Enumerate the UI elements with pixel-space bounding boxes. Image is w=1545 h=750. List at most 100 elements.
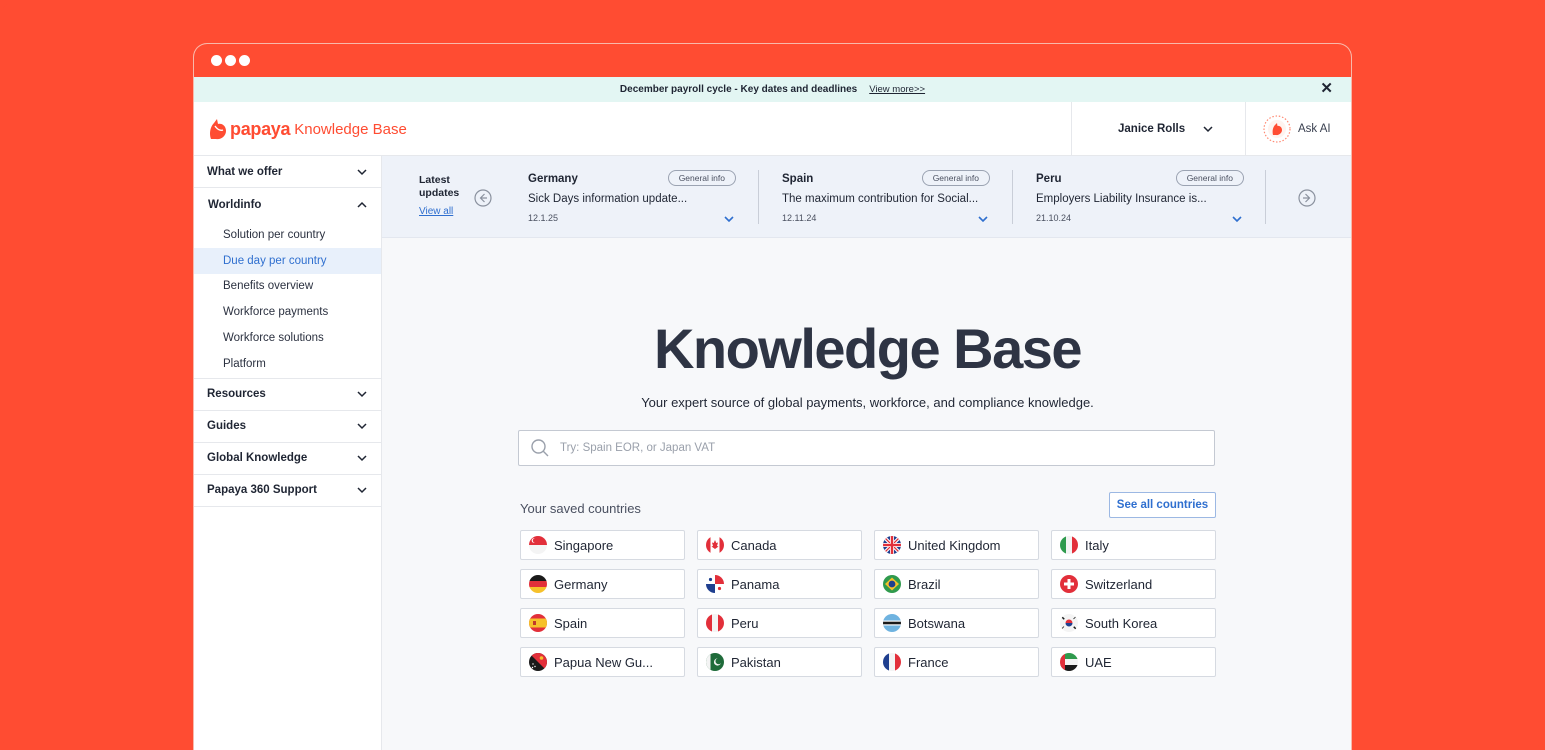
chevron-down-icon (357, 391, 367, 398)
arrow-left-icon[interactable] (474, 189, 492, 207)
window-dot-icon[interactable] (225, 55, 236, 66)
country-name: South Korea (1085, 615, 1158, 631)
country-chip-germany[interactable]: Germany (520, 569, 685, 599)
country-chip-papua-new-guinea[interactable]: Papua New Gu... (520, 647, 685, 677)
country-chip-peru[interactable]: Peru (697, 608, 862, 638)
update-tag: General info (667, 170, 736, 186)
canada-flag-icon (706, 536, 724, 554)
sidebar-subitem-workforce-solutions[interactable]: Workforce solutions (194, 325, 381, 351)
country-name: Papua New Gu... (554, 654, 653, 670)
update-date: 12.1.25 (528, 213, 559, 223)
ask-ai-icon (1263, 115, 1291, 143)
search-icon (531, 439, 549, 457)
sidebar-item-what-we-offer[interactable]: What we offer (194, 156, 381, 188)
search-input[interactable] (560, 442, 1160, 454)
content-area: What we offer Worldinfo Solution per cou… (194, 156, 1351, 750)
panama-flag-icon (706, 575, 724, 593)
papaya-logo-icon (210, 119, 226, 140)
sidebar-subitem-platform[interactable]: Platform (194, 351, 381, 377)
user-menu[interactable]: Janice Rolls (1071, 102, 1245, 156)
country-name: France (908, 654, 949, 670)
sidebar-item-global-knowledge[interactable]: Global Knowledge (194, 443, 381, 475)
update-country: Spain (782, 173, 814, 185)
worldinfo-submenu: Solution per country Due day per country… (194, 222, 381, 379)
chevron-down-icon (357, 487, 367, 494)
page-subtitle: Your expert source of global payments, w… (641, 395, 1094, 410)
chevron-up-icon (357, 201, 367, 208)
country-chip-france[interactable]: France (874, 647, 1039, 677)
country-chip-united-kingdom[interactable]: United Kingdom (874, 530, 1039, 560)
view-all-updates-link[interactable]: View all (419, 205, 459, 218)
logo[interactable]: papaya Knowledge Base (208, 117, 407, 141)
sidebar-item-papaya-360-support[interactable]: Papaya 360 Support (194, 475, 381, 507)
country-chip-uae[interactable]: UAE (1051, 647, 1216, 677)
sidebar-subitem-benefits-overview[interactable]: Benefits overview (194, 274, 381, 300)
update-date: 21.10.24 (1036, 213, 1072, 223)
sidebar-subitem-due-day-per-country[interactable]: Due day per country (194, 247, 381, 274)
sidebar-item-worldinfo[interactable]: Worldinfo (194, 188, 381, 222)
window-titlebar (194, 44, 1351, 77)
update-tag: General info (1175, 170, 1244, 186)
close-icon[interactable]: ✕ (1320, 81, 1333, 96)
country-name: Canada (731, 537, 777, 553)
see-all-countries-button[interactable]: See all countries (1109, 492, 1216, 518)
sidebar-item-resources[interactable]: Resources (194, 379, 381, 411)
country-name: Panama (731, 576, 780, 592)
country-chip-canada[interactable]: Canada (697, 530, 862, 560)
country-chip-pakistan[interactable]: Pakistan (697, 647, 862, 677)
botswana-flag-icon (883, 614, 901, 632)
sidebar-item-label: Resources (207, 388, 266, 401)
update-card-peru[interactable]: Peru General info Employers Liability In… (1036, 170, 1244, 224)
chevron-down-icon[interactable] (978, 214, 988, 224)
country-name: Botswana (908, 615, 966, 631)
country-chip-singapore[interactable]: Singapore (520, 530, 685, 560)
south-korea-flag-icon (1060, 614, 1078, 632)
update-text: Employers Liability Insurance is... (1036, 193, 1207, 205)
sidebar-item-label: Papaya 360 Support (207, 484, 317, 497)
country-chip-switzerland[interactable]: Switzerland (1051, 569, 1216, 599)
search-box (518, 430, 1215, 466)
country-chip-south-korea[interactable]: South Korea (1051, 608, 1216, 638)
country-name: Singapore (554, 537, 614, 553)
country-chip-spain[interactable]: Spain (520, 608, 685, 638)
arrow-right-icon[interactable] (1298, 189, 1316, 207)
germany-flag-icon (529, 575, 547, 593)
announcement-text: December payroll cycle - Key dates and d… (619, 84, 858, 95)
update-country: Germany (528, 173, 578, 185)
user-name: Janice Rolls (1118, 123, 1186, 135)
sidebar-item-guides[interactable]: Guides (194, 411, 381, 443)
update-text: Sick Days information update... (528, 193, 688, 205)
switzerland-flag-icon (1060, 575, 1078, 593)
sidebar-item-label: Worldinfo (208, 199, 262, 211)
sidebar-subitem-solution-per-country[interactable]: Solution per country (194, 222, 381, 248)
update-card-germany[interactable]: Germany General info Sick Days informati… (528, 170, 736, 224)
chevron-down-icon (357, 455, 367, 462)
country-name: Switzerland (1085, 576, 1153, 592)
brazil-flag-icon (883, 575, 901, 593)
update-divider (1265, 170, 1266, 224)
pakistan-flag-icon (706, 653, 724, 671)
chevron-down-icon[interactable] (1232, 214, 1242, 224)
sidebar-item-label: Guides (207, 420, 246, 433)
update-text: The maximum contribution for Social... (782, 193, 979, 205)
window-dot-icon[interactable] (211, 55, 222, 66)
country-chip-panama[interactable]: Panama (697, 569, 862, 599)
sidebar-subitem-workforce-payments[interactable]: Workforce payments (194, 299, 381, 325)
page-title: Knowledge Base (653, 317, 1083, 380)
country-chip-italy[interactable]: Italy (1051, 530, 1216, 560)
sidebar: What we offer Worldinfo Solution per cou… (194, 156, 382, 750)
chevron-down-icon[interactable] (724, 214, 734, 224)
update-card-spain[interactable]: Spain General info The maximum contribut… (782, 170, 990, 224)
ask-ai-button[interactable]: Ask AI (1245, 102, 1351, 156)
window-dot-icon[interactable] (239, 55, 250, 66)
ask-ai-label: Ask AI (1298, 123, 1331, 135)
announcement-view-more-link[interactable]: View more>> (869, 84, 925, 95)
logo-product-title: Knowledge Base (294, 120, 407, 138)
update-tag: General info (921, 170, 990, 186)
latest-updates-title: Latest updates View all (419, 174, 459, 218)
country-name: Pakistan (731, 654, 781, 670)
country-chip-brazil[interactable]: Brazil (874, 569, 1039, 599)
italy-flag-icon (1060, 536, 1078, 554)
country-chip-botswana[interactable]: Botswana (874, 608, 1039, 638)
chevron-down-icon (357, 423, 367, 430)
